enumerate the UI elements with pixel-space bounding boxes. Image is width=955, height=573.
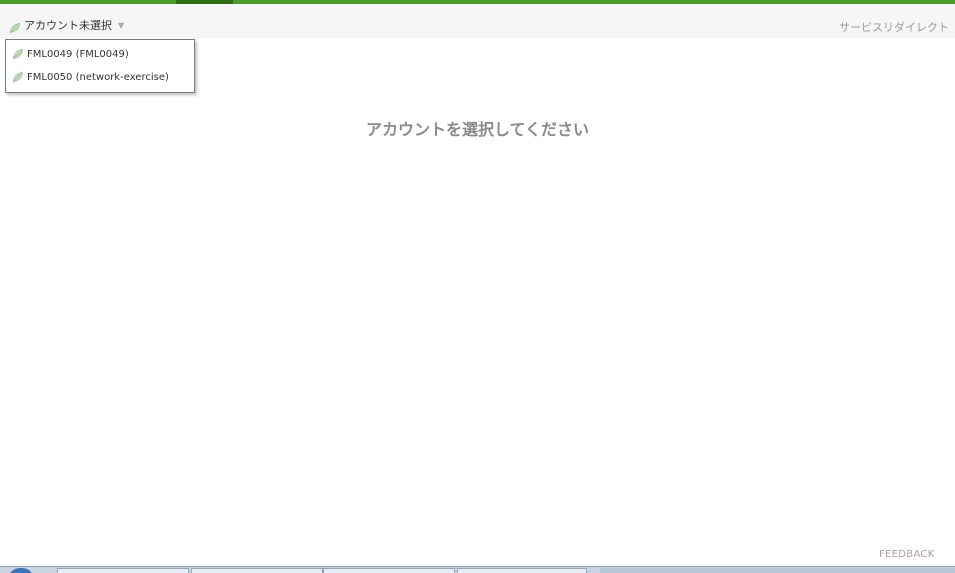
- start-button[interactable]: [8, 568, 34, 573]
- page: アカウント未選択 ▼ サービスリダイレクト FML0049 (FML0049) …: [0, 0, 955, 573]
- select-account-message: アカウントを選択してください: [365, 120, 590, 139]
- os-taskbar: [0, 566, 955, 573]
- feedback-link[interactable]: FEEDBACK: [879, 549, 935, 560]
- dropdown-item-label: FML0049 (FML0049): [27, 48, 129, 60]
- account-selector-label: アカウント未選択: [24, 19, 112, 32]
- taskbar-button[interactable]: [57, 568, 189, 573]
- taskbar-button[interactable]: [191, 568, 323, 573]
- chevron-down-icon: ▼: [118, 20, 125, 30]
- account-dropdown-menu: FML0049 (FML0049) FML0050 (network-exerc…: [5, 39, 195, 93]
- system-tray: [600, 568, 955, 573]
- taskbar-button[interactable]: [457, 568, 587, 573]
- leaf-icon: [12, 71, 24, 83]
- service-redirect-link[interactable]: サービスリダイレクト: [839, 19, 949, 35]
- account-selector[interactable]: アカウント未選択 ▼: [9, 17, 124, 33]
- dropdown-item-fml0050[interactable]: FML0050 (network-exercise): [12, 68, 169, 86]
- dropdown-item-label: FML0050 (network-exercise): [27, 71, 169, 83]
- leaf-icon: [12, 48, 24, 60]
- leaf-icon: [9, 19, 21, 33]
- header-bar: アカウント未選択 ▼ サービスリダイレクト: [0, 4, 955, 38]
- dropdown-item-fml0049[interactable]: FML0049 (FML0049): [12, 45, 129, 63]
- taskbar-button[interactable]: [323, 568, 455, 573]
